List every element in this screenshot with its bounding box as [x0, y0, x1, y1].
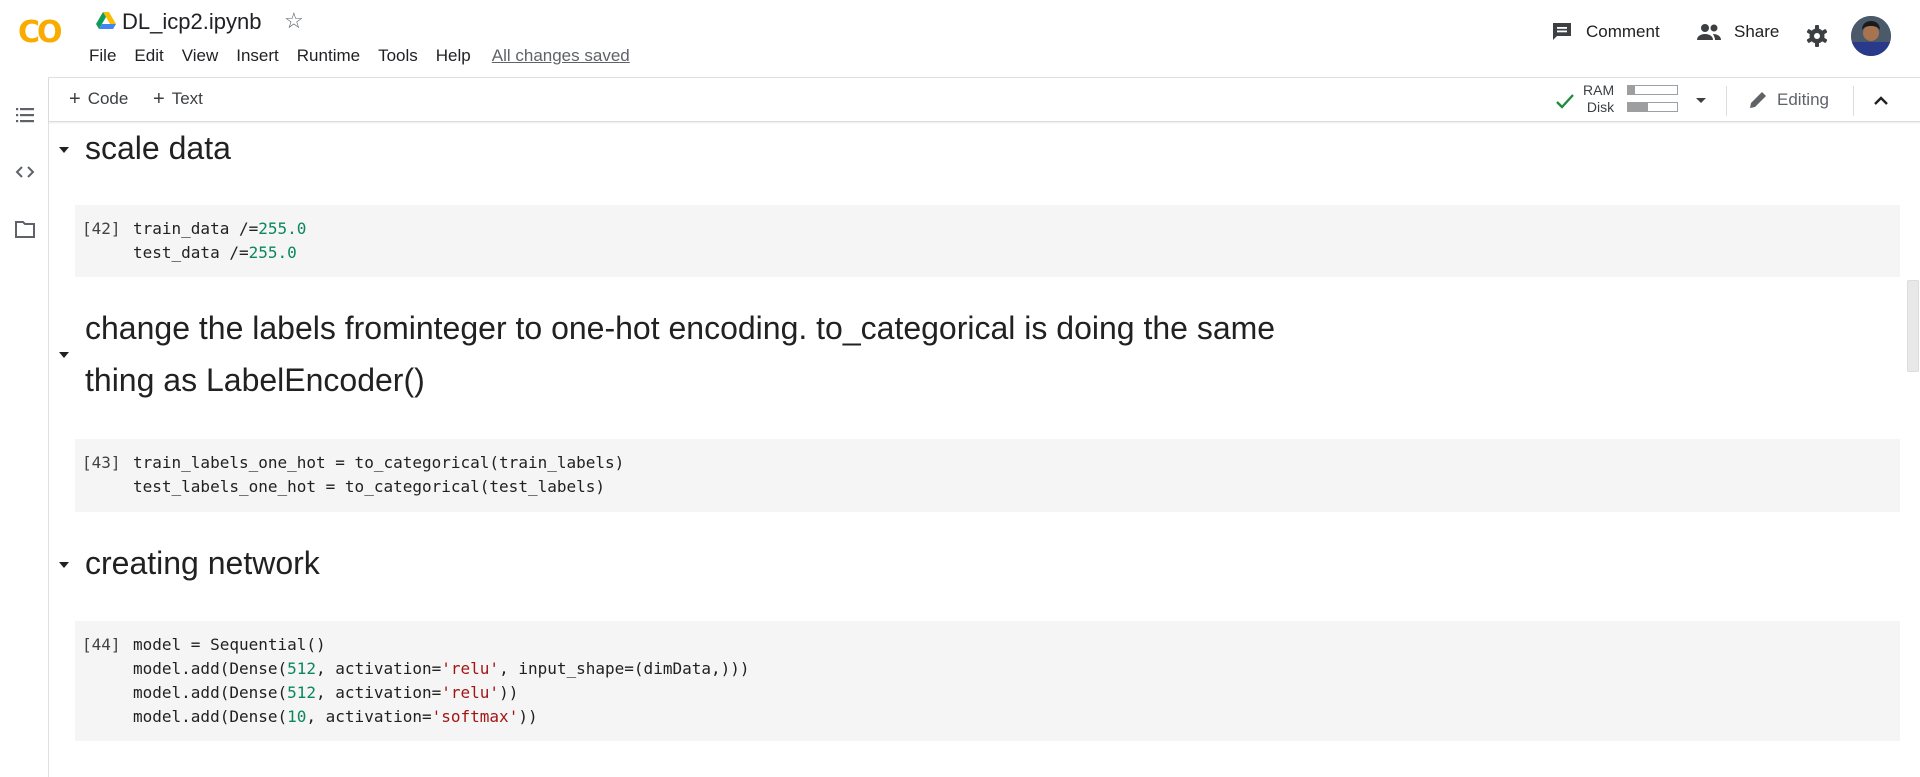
code-line: test_data /=255.0 — [133, 243, 297, 262]
save-status-link[interactable]: All changes saved — [480, 46, 630, 66]
section-collapse-caret-icon[interactable] — [57, 348, 71, 362]
menu-file[interactable]: File — [80, 46, 125, 66]
code-line: train_data /=255.0 — [133, 219, 307, 238]
code-line: train_labels_one_hot = to_categorical(tr… — [133, 453, 625, 472]
pencil-icon — [1750, 92, 1766, 108]
markdown-cell[interactable]: creating network — [49, 537, 1899, 595]
code-line: model.add(Dense(10, activation='softmax'… — [133, 707, 538, 726]
chevron-up-icon[interactable] — [1870, 90, 1892, 112]
section-collapse-caret-icon[interactable] — [57, 143, 71, 157]
people-icon — [1697, 24, 1721, 40]
code-cell[interactable]: [44] model = Sequential() model.add(Dense… — [75, 621, 1900, 741]
menu-tools[interactable]: Tools — [369, 46, 427, 66]
disk-usage-bar — [1627, 102, 1678, 112]
user-avatar[interactable] — [1851, 16, 1891, 56]
markdown-cell[interactable]: scale data — [49, 122, 1899, 180]
chevron-down-icon[interactable] — [1694, 93, 1708, 107]
add-text-button[interactable]: + Text — [153, 89, 203, 109]
connected-check-icon — [1556, 94, 1574, 109]
menu-view[interactable]: View — [173, 46, 228, 66]
ram-usage-bar — [1627, 85, 1678, 95]
notebook-content: scale data [42] train_data /=255.0 test_d… — [49, 122, 1920, 777]
files-folder-icon[interactable] — [14, 218, 36, 240]
comment-label: Comment — [1586, 22, 1660, 41]
code-cell[interactable]: [42] train_data /=255.0 test_data /=255.0 — [75, 205, 1900, 277]
share-label: Share — [1734, 22, 1780, 41]
editing-mode-button[interactable]: Editing — [1747, 89, 1829, 111]
ram-label: RAM — [1583, 82, 1615, 98]
plus-icon: + — [69, 88, 81, 110]
notebook-title[interactable]: DL_icp2.ipynb — [122, 9, 261, 35]
menu-bar: File Edit View Insert Runtime Tools Help… — [80, 46, 630, 66]
star-icon[interactable]: ☆ — [284, 8, 304, 34]
menu-help[interactable]: Help — [427, 46, 480, 66]
settings-gear-icon[interactable] — [1805, 24, 1829, 48]
add-code-button[interactable]: + Code — [69, 89, 128, 109]
execution-count: [43] — [82, 453, 121, 472]
editing-label: Editing — [1777, 90, 1829, 109]
share-button[interactable]: Share — [1696, 20, 1779, 44]
code-line: model.add(Dense(512, activation='relu', … — [133, 659, 750, 678]
plus-icon: + — [153, 88, 165, 110]
section-heading-continued: thing as LabelEncoder() — [85, 362, 425, 398]
code-line: model = Sequential() — [133, 635, 326, 654]
comment-icon — [1553, 23, 1571, 40]
toolbar-divider — [1853, 86, 1854, 116]
resource-labels[interactable]: RAM Disk — [1583, 82, 1614, 116]
toolbar-divider — [1726, 86, 1727, 116]
vertical-scrollbar[interactable] — [1907, 280, 1919, 372]
ram-usage-fill — [1628, 86, 1636, 94]
google-drive-icon — [96, 12, 116, 29]
markdown-cell[interactable]: change the labels frominteger to one-hot… — [49, 302, 1899, 406]
code-editor[interactable]: train_labels_one_hot = to_categorical(tr… — [133, 451, 624, 499]
section-heading: creating network — [85, 545, 320, 581]
menu-runtime[interactable]: Runtime — [288, 46, 369, 66]
disk-usage-fill — [1628, 103, 1648, 111]
table-of-contents-icon[interactable] — [14, 104, 36, 126]
code-editor[interactable]: model = Sequential() model.add(Dense(512,… — [133, 633, 750, 729]
menu-edit[interactable]: Edit — [125, 46, 172, 66]
notebook-toolbar: + Code + Text RAM Disk Editing — [49, 77, 1920, 122]
execution-count: [42] — [82, 219, 121, 238]
code-snippets-icon[interactable] — [14, 161, 36, 183]
section-heading: change the labels frominteger to one-hot… — [85, 310, 1276, 346]
avatar-photo — [1851, 16, 1891, 56]
section-heading: scale data — [85, 130, 231, 166]
add-code-label: Code — [87, 89, 129, 108]
app-header: CO DL_icp2.ipynb ☆ File Edit View Insert… — [0, 0, 1920, 77]
code-line: test_labels_one_hot = to_categorical(tes… — [133, 477, 606, 496]
menu-insert[interactable]: Insert — [227, 46, 288, 66]
code-editor[interactable]: train_data /=255.0 test_data /=255.0 — [133, 217, 306, 265]
code-line: model.add(Dense(512, activation='relu')) — [133, 683, 519, 702]
add-text-label: Text — [171, 89, 203, 108]
left-sidebar — [0, 77, 49, 777]
colab-logo[interactable]: CO — [18, 18, 70, 48]
comment-button[interactable]: Comment — [1550, 20, 1660, 44]
execution-count: [44] — [82, 635, 121, 654]
section-collapse-caret-icon[interactable] — [57, 558, 71, 572]
disk-label: Disk — [1586, 99, 1615, 115]
code-cell[interactable]: [43] train_labels_one_hot = to_categoric… — [75, 439, 1900, 512]
